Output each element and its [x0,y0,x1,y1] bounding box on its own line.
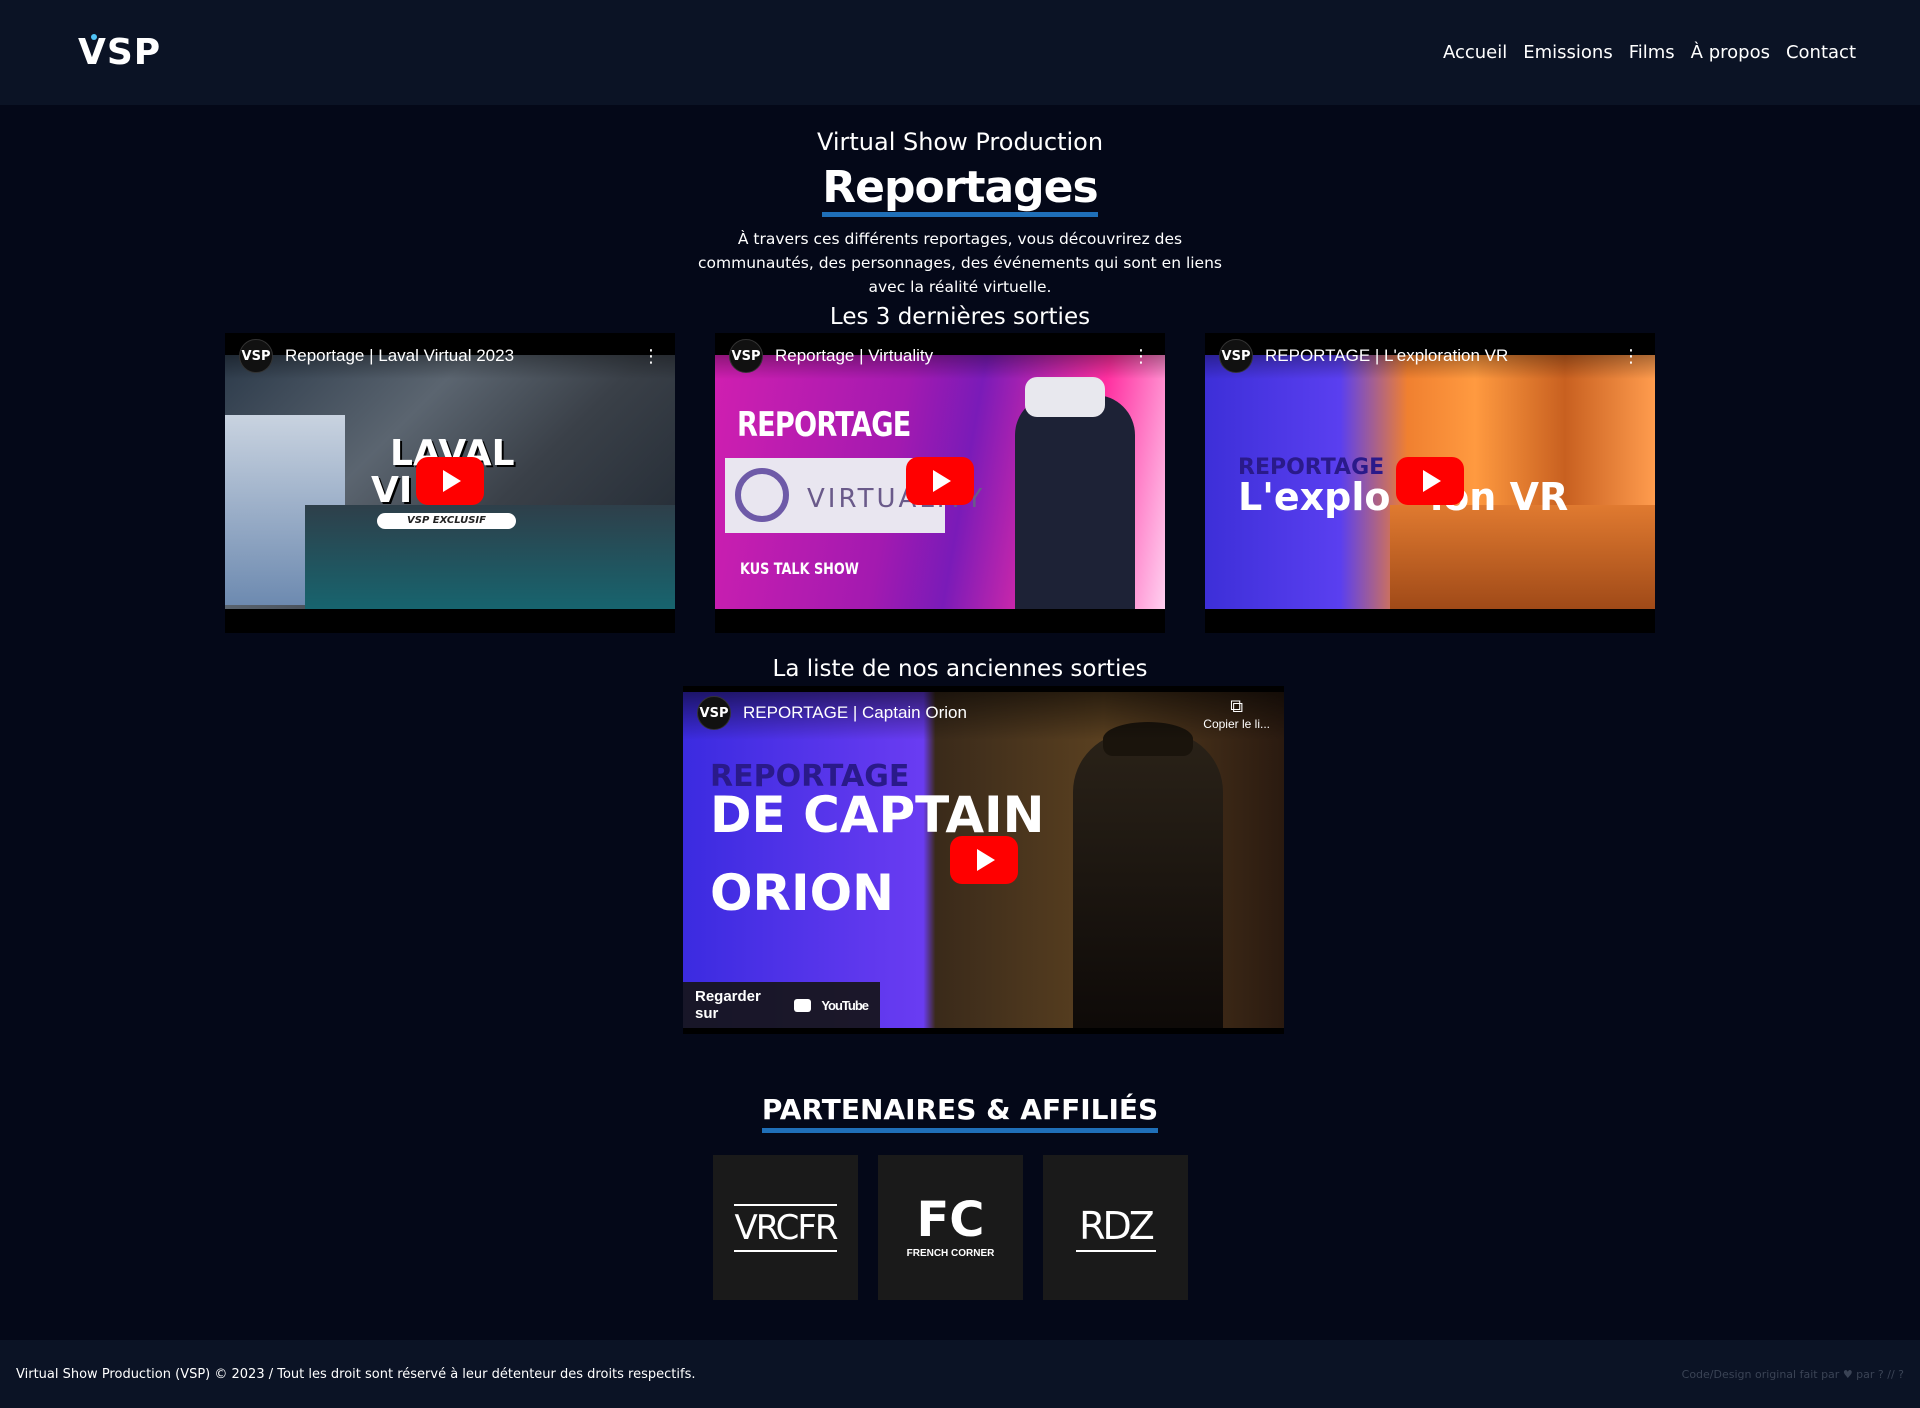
channel-avatar[interactable]: VSP [729,339,763,373]
nav-link-emissions[interactable]: Emissions [1523,42,1612,63]
partners-heading: PARTENAIRES & AFFILIÉS [761,1093,1159,1133]
youtube-label: YouTube [821,997,869,1013]
rdz-underline [1075,1249,1156,1252]
video-embed-exploration-vr[interactable]: VSP REPORTAGE | L'exploration VR ⋮ REPOR… [1205,333,1655,633]
nav-link-films[interactable]: Films [1629,42,1675,63]
partner-logo-text: FC [916,1192,985,1248]
sea-shape [1390,505,1655,609]
partner-tile-french-corner[interactable]: FC FRENCH CORNER [878,1155,1023,1300]
partner-tile-rdz[interactable]: RDZ [1043,1155,1188,1300]
nav-link-accueil[interactable]: Accueil [1443,42,1507,63]
copy-link-label: Copier le li... [1203,716,1270,731]
partner-logo-text: VRCFR [734,1203,839,1252]
nav-link-contact[interactable]: Contact [1786,42,1856,63]
play-button-icon[interactable] [1396,457,1464,505]
video-embed-captain-orion[interactable]: VSP REPORTAGE | Captain Orion ⧉ Copier l… [683,686,1284,1034]
vr-headset-shape [1025,377,1105,417]
more-options-icon[interactable]: ⋮ [1131,346,1151,367]
video-title[interactable]: REPORTAGE | L'exploration VR [1265,346,1621,366]
top-navbar: VSP Accueil Emissions Films À propos Con… [0,0,1920,105]
video-top-bar: VSP Reportage | Laval Virtual 2023 ⋮ [225,333,675,379]
video-top-bar: VSP REPORTAGE | L'exploration VR ⋮ [1205,333,1655,379]
video-title[interactable]: Reportage | Laval Virtual 2023 [285,346,641,366]
page-footer: Virtual Show Production (VSP) © 2023 / T… [0,1340,1920,1408]
video-embed-laval-virtual[interactable]: VSP Reportage | Laval Virtual 2023 ⋮ LAV… [225,333,675,633]
site-logo[interactable]: VSP [78,32,161,73]
video-top-bar: VSP REPORTAGE | Captain Orion ⧉ Copier l… [683,686,1284,740]
partners-heading-wrapper: PARTENAIRES & AFFILIÉS [0,1093,1920,1133]
channel-avatar[interactable]: VSP [1219,339,1253,373]
main-nav: Accueil Emissions Films À propos Contact [1443,42,1856,63]
virtuality-logo-icon [735,468,789,522]
hero-section: Virtual Show Production Reportages À tra… [0,128,1920,299]
nav-link-a-propos[interactable]: À propos [1691,42,1770,63]
channel-avatar[interactable]: VSP [697,696,731,730]
play-button-icon[interactable] [416,457,484,505]
footer-copyright: Virtual Show Production (VSP) © 2023 / T… [16,1366,696,1382]
pirate-figure [1073,732,1223,1028]
thumb-text-line1: REPORTAGE [737,405,911,445]
youtube-logo-icon [794,998,812,1012]
more-options-icon[interactable]: ⋮ [641,346,661,367]
hero-subtitle: Virtual Show Production [816,128,1104,156]
partner-logo-text: RDZ [1079,1203,1155,1248]
play-button-icon[interactable] [906,457,974,505]
older-heading: La liste de nos anciennes sorties [772,656,1148,682]
video-embed-virtuality[interactable]: VSP Reportage | Virtuality ⋮ REPORTAGE V… [715,333,1165,633]
copy-link-icon: ⧉ [1230,695,1244,716]
video-title[interactable]: REPORTAGE | Captain Orion [743,703,1203,723]
more-options-icon[interactable]: ⋮ [1621,346,1641,367]
person-silhouette [1015,395,1135,609]
thumb-text-line3: ORION [710,864,894,922]
thumb-tag: KUS TALK SHOW [740,559,859,578]
thumb-tag: VSP EXCLUSIF [377,513,516,529]
video-top-bar: VSP Reportage | Virtuality ⋮ [715,333,1165,379]
channel-avatar[interactable]: VSP [239,339,273,373]
video-title[interactable]: Reportage | Virtuality [775,346,1131,366]
page-title: Reportages [822,166,1099,217]
watch-on-youtube-button[interactable]: Regarder sur YouTube [683,982,880,1028]
logo-dot-icon [91,34,97,40]
partner-caption: FRENCH CORNER [906,1248,995,1259]
copy-link-control[interactable]: ⧉ Copier le li... [1203,696,1270,731]
play-button-icon[interactable] [949,836,1018,884]
latest-heading: Les 3 dernières sorties [829,304,1091,330]
partner-tile-vrcfr[interactable]: VRCFR [713,1155,858,1300]
watch-label: Regarder sur [695,988,761,1022]
thumb-text-line2: DE CAPTAIN [710,786,1045,844]
hero-description: À travers ces différents reportages, vou… [698,230,1222,296]
footer-credit[interactable]: Code/Design original fait par ♥ par ? //… [1682,1368,1904,1381]
